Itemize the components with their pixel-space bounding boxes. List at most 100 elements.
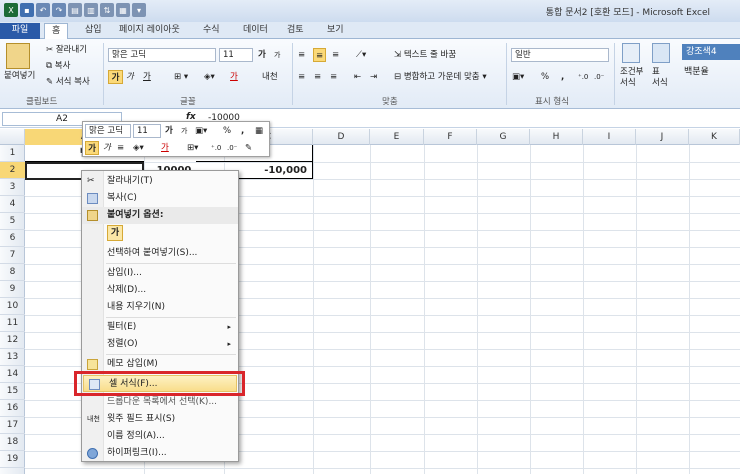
row-header-8[interactable]: 8	[0, 264, 25, 281]
undo-icon[interactable]: ↶	[36, 3, 50, 17]
column-header-e[interactable]: E	[370, 129, 424, 145]
preview-icon[interactable]: ▥	[84, 3, 98, 17]
menu-filter[interactable]: 필터(E) ▸	[82, 319, 238, 336]
mini-border-icon[interactable]: ⊞▾	[187, 141, 198, 155]
menu-insert[interactable]: 삽입(I)...	[82, 265, 238, 282]
row-header-15[interactable]: 15	[0, 383, 25, 400]
redo-icon[interactable]: ↷	[52, 3, 66, 17]
mini-fill-color-icon[interactable]: ◈▾	[133, 141, 144, 155]
row-header-18[interactable]: 18	[0, 434, 25, 451]
mini-grow-font-button[interactable]: 가	[165, 124, 173, 138]
sort-icon[interactable]: ⇅	[100, 3, 114, 17]
row-header-6[interactable]: 6	[0, 230, 25, 247]
shrink-font-button[interactable]: 가	[274, 48, 280, 62]
row-header-11[interactable]: 11	[0, 315, 25, 332]
font-size-dropdown[interactable]: 11	[219, 48, 253, 62]
decrease-indent-icon[interactable]: ⇤	[354, 70, 361, 84]
mini-bold-button[interactable]: 가	[85, 141, 99, 155]
cell-style-accent4[interactable]: 강조색4	[682, 44, 740, 60]
copy-button[interactable]: ⧉ 복사	[46, 59, 70, 73]
row-header-10[interactable]: 10	[0, 298, 25, 315]
underline-button[interactable]: 가	[143, 70, 151, 84]
mini-format-table-icon[interactable]: ▦	[255, 124, 263, 138]
row-header-16[interactable]: 16	[0, 400, 25, 417]
mini-size-dropdown[interactable]: 11	[133, 124, 161, 138]
align-center-icon[interactable]: ≡	[314, 70, 321, 84]
column-header-d[interactable]: D	[313, 129, 370, 145]
mini-font-color-button[interactable]: 가	[161, 141, 169, 155]
wrap-text-button[interactable]: ⇲ 텍스트 줄 바꿈	[394, 48, 456, 62]
increase-decimal-icon[interactable]: ⁺.0	[578, 70, 588, 84]
cell-style-percent[interactable]: 백분율	[684, 64, 709, 77]
row-header-13[interactable]: 13	[0, 349, 25, 366]
column-header-i[interactable]: I	[583, 129, 636, 145]
row-header-17[interactable]: 17	[0, 417, 25, 434]
select-all-corner[interactable]	[0, 129, 25, 145]
italic-button[interactable]: 가	[126, 70, 134, 84]
table-format-icon[interactable]	[652, 43, 670, 63]
save-icon[interactable]: ▪	[20, 3, 34, 17]
row-header-2[interactable]: 2	[0, 162, 25, 179]
decrease-decimal-icon[interactable]: .0⁻	[594, 70, 604, 84]
tab-review[interactable]: 검토	[280, 23, 311, 39]
tab-home[interactable]: 홈	[44, 23, 69, 40]
align-left-icon[interactable]: ≡	[298, 70, 305, 84]
row-header-14[interactable]: 14	[0, 366, 25, 383]
mini-percent-button[interactable]: %	[223, 124, 231, 138]
table-format-button[interactable]: 표 서식	[652, 67, 668, 89]
grow-font-button[interactable]: 가	[258, 48, 266, 62]
mini-shrink-font-button[interactable]: 가	[181, 124, 187, 138]
chart-icon[interactable]: ▦	[116, 3, 130, 17]
row-header-3[interactable]: 3	[0, 179, 25, 196]
menu-sort[interactable]: 정렬(O) ▸	[82, 336, 238, 353]
row-header-5[interactable]: 5	[0, 213, 25, 230]
column-header-g[interactable]: G	[477, 129, 530, 145]
menu-cut[interactable]: ✂ 잘라내기(T)	[82, 173, 238, 190]
menu-paste-special[interactable]: 선택하여 붙여넣기(S)...	[82, 245, 238, 262]
row-header-1[interactable]: 1	[0, 145, 25, 162]
mini-comma-button[interactable]: ,	[241, 124, 244, 138]
bold-button[interactable]: 가	[108, 70, 123, 84]
row-header-9[interactable]: 9	[0, 281, 25, 298]
menu-define-name[interactable]: 이름 정의(A)...	[82, 428, 238, 445]
align-top-icon[interactable]: ≡	[298, 48, 305, 62]
format-painter-button[interactable]: ✎ 서식 복사	[46, 75, 90, 89]
tab-formulas[interactable]: 수식	[196, 23, 227, 39]
currency-icon[interactable]: ▣▾	[512, 70, 524, 84]
mini-align-center-icon[interactable]: ≡	[117, 141, 124, 155]
column-header-h[interactable]: H	[530, 129, 583, 145]
menu-delete[interactable]: 삭제(D)...	[82, 282, 238, 299]
print-icon[interactable]: ▤	[68, 3, 82, 17]
tab-file[interactable]: 파일	[0, 23, 40, 39]
phonetic-button[interactable]: 내천	[262, 70, 278, 84]
percent-button[interactable]: %	[541, 70, 549, 84]
row-header-4[interactable]: 4	[0, 196, 25, 213]
row-header-7[interactable]: 7	[0, 247, 25, 264]
mini-format-painter-icon[interactable]: ✎	[245, 141, 252, 155]
font-color-button[interactable]: 가	[230, 70, 238, 84]
customize-icon[interactable]: ▾	[132, 3, 146, 17]
number-format-dropdown[interactable]: 일반	[511, 48, 609, 62]
align-bottom-icon[interactable]: ≡	[332, 48, 339, 62]
menu-pick-from-list[interactable]: 드롭다운 목록에서 선택(K)...	[82, 394, 238, 411]
orientation-icon[interactable]: ⟋▾	[356, 48, 366, 62]
column-header-k[interactable]: K	[689, 129, 740, 145]
row-header-12[interactable]: 12	[0, 332, 25, 349]
mini-italic-button[interactable]: 가	[103, 141, 111, 155]
mini-increase-decimal-icon[interactable]: ⁺.0	[211, 141, 221, 155]
column-header-f[interactable]: F	[424, 129, 477, 145]
font-name-dropdown[interactable]: 맑은 고딕	[108, 48, 216, 62]
mini-decrease-decimal-icon[interactable]: .0⁻	[227, 141, 237, 155]
tab-data[interactable]: 데이터	[236, 23, 275, 39]
paste-icon[interactable]	[6, 43, 30, 69]
tab-view[interactable]: 보기	[320, 23, 351, 39]
mini-font-dropdown[interactable]: 맑은 고딕	[85, 124, 131, 138]
menu-copy[interactable]: 복사(C)	[82, 190, 238, 207]
column-header-j[interactable]: J	[636, 129, 689, 145]
paste-option-button[interactable]: 가	[107, 225, 123, 241]
conditional-format-button[interactable]: 조건부 서식	[620, 67, 643, 89]
increase-indent-icon[interactable]: ⇥	[370, 70, 377, 84]
border-button[interactable]: ⊞ ▾	[174, 70, 188, 84]
conditional-format-icon[interactable]	[622, 43, 640, 63]
fill-color-button[interactable]: ◈▾	[204, 70, 215, 84]
